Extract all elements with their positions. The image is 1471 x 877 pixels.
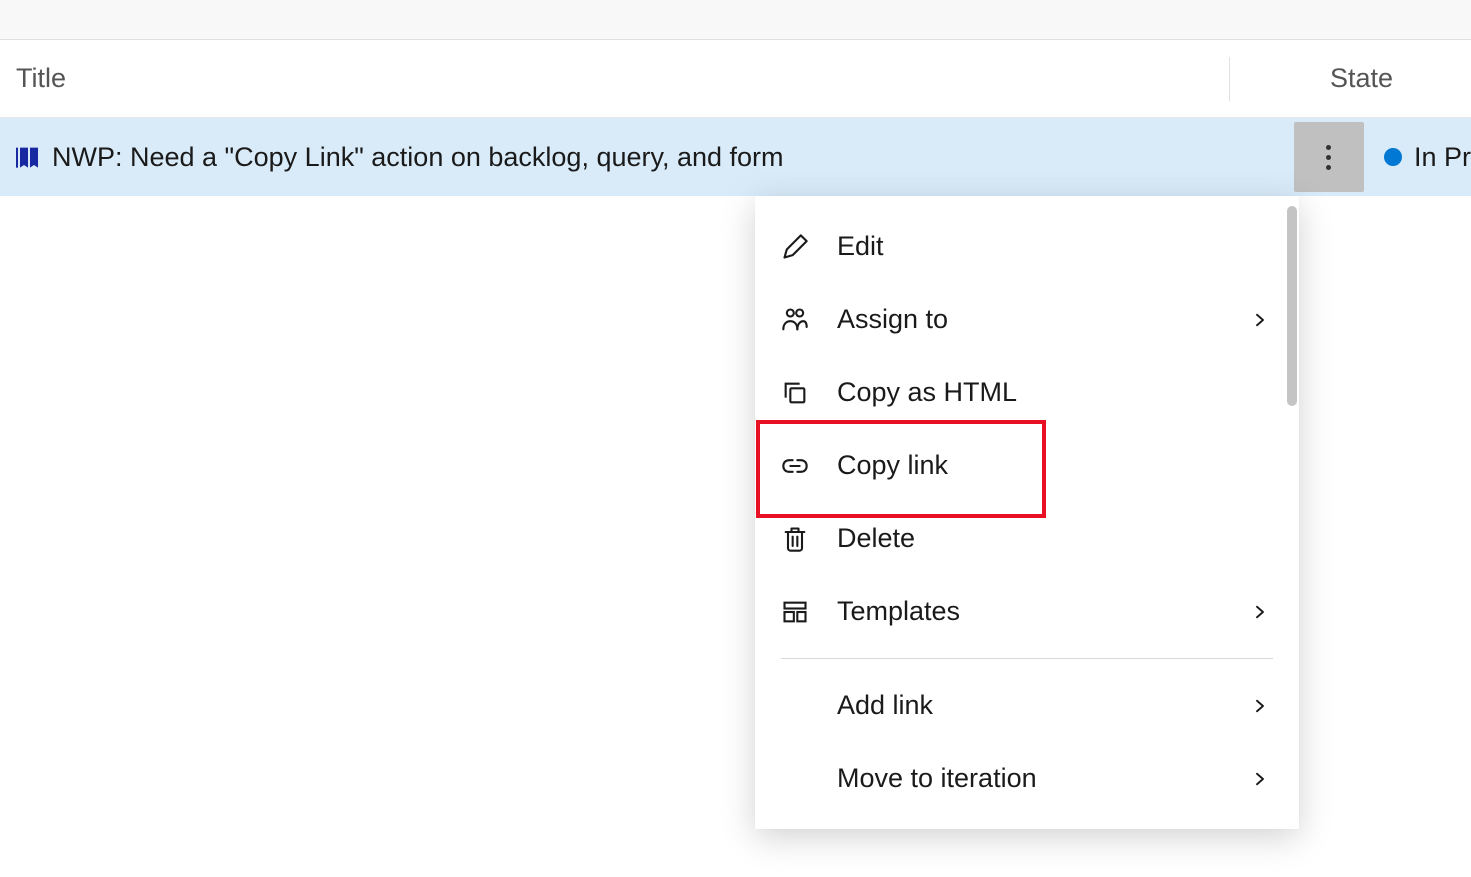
menu-item-add-link[interactable]: Add link [755,669,1299,742]
menu-divider [781,658,1273,659]
chevron-right-icon [1251,697,1269,715]
chevron-right-icon [1251,770,1269,788]
kebab-icon [1326,145,1331,170]
template-icon [781,598,837,626]
menu-item-assign-to[interactable]: Assign to [755,283,1299,356]
menu-label: Edit [837,231,1269,262]
copy-icon [781,379,837,407]
menu-item-edit[interactable]: Edit [755,210,1299,283]
menu-item-delete[interactable]: Delete [755,502,1299,575]
menu-item-templates[interactable]: Templates [755,575,1299,648]
scrollbar[interactable] [1287,206,1297,406]
state-cell: In Pr [1382,142,1471,173]
menu-item-move-iteration[interactable]: Move to iteration [755,742,1299,815]
chevron-right-icon [1251,603,1269,621]
menu-item-copy-link[interactable]: Copy link [755,429,1299,502]
more-actions-button[interactable] [1294,122,1364,192]
menu-label: Move to iteration [837,763,1251,794]
chevron-right-icon [1251,311,1269,329]
column-header-state[interactable]: State [1230,63,1471,94]
epic-icon [12,141,44,173]
menu-label: Add link [837,690,1251,721]
context-menu: Edit Assign to Copy as HTML [755,196,1299,829]
column-header-title[interactable]: Title [16,57,1230,101]
state-indicator-icon [1384,148,1402,166]
trash-icon [781,525,837,553]
menu-label: Delete [837,523,1269,554]
link-icon [781,452,837,480]
menu-label: Copy link [837,450,1269,481]
menu-label: Assign to [837,304,1251,335]
work-item-row[interactable]: NWP: Need a "Copy Link" action on backlo… [0,118,1471,196]
people-icon [781,306,837,334]
state-text: In Pr [1414,142,1471,173]
menu-item-copy-html[interactable]: Copy as HTML [755,356,1299,429]
toolbar [0,0,1471,40]
work-item-title: NWP: Need a "Copy Link" action on backlo… [52,142,1294,173]
table-header: Title State [0,40,1471,118]
pencil-icon [781,233,837,261]
menu-label: Copy as HTML [837,377,1269,408]
menu-label: Templates [837,596,1251,627]
